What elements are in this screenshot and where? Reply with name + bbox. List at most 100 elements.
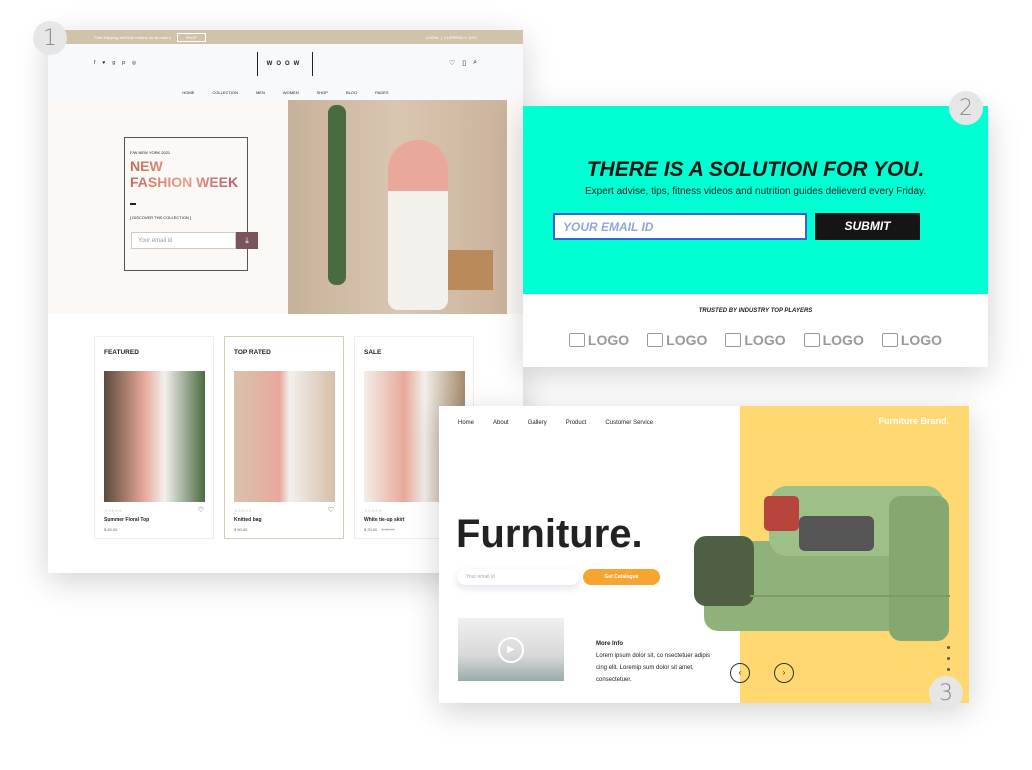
nav-product[interactable]: Product	[566, 420, 587, 426]
search-icon[interactable]: ⌕	[473, 59, 477, 67]
product-price: $ 50.00	[234, 527, 247, 532]
promo-text: Free shipping and free returns on all or…	[94, 34, 171, 40]
heart-icon[interactable]: ♡	[198, 506, 204, 514]
get-catalogue-button[interactable]: Get Catalogue	[583, 569, 660, 585]
discover-link[interactable]: [ DISCOVER THE COLLECTION ]	[130, 215, 191, 220]
email-input[interactable]: Your email id	[131, 232, 236, 249]
submit-button[interactable]: SUBMIT	[815, 213, 920, 240]
furniture-template: Home About Gallery Product Customer Serv…	[439, 406, 969, 703]
instagram-icon[interactable]: ◎	[132, 60, 136, 66]
nav-men[interactable]: MEN	[256, 90, 265, 95]
slider-dot[interactable]	[947, 668, 950, 671]
header: f ♥ g p ◎ WOOW ♡ ▯ ⌕	[48, 44, 523, 84]
logo-text: LOGO	[822, 332, 864, 348]
badge-3: 3	[929, 676, 963, 710]
nav-pages[interactable]: PAGES	[375, 90, 389, 95]
nav-home[interactable]: HOME	[182, 90, 194, 95]
logo-text: LOGO	[744, 332, 786, 348]
card-heading: SALE	[364, 349, 382, 356]
promo-button[interactable]: SHOP	[176, 32, 207, 42]
prev-arrow-icon[interactable]: ‹	[730, 663, 750, 683]
heart-icon[interactable]: ♡	[449, 59, 455, 67]
rating-stars: ☆☆☆☆☆	[234, 508, 252, 513]
top-bar: Free shipping and free returns on all or…	[48, 30, 523, 44]
product-image	[234, 371, 335, 502]
more-info: More Info Lorem ipsum dolor sit, co nsect…	[596, 638, 716, 686]
hero-kicker: F/W NEW YORK 2021	[130, 150, 171, 155]
partner-logo: LOGO	[647, 332, 707, 348]
rating-stars: ☆☆☆☆☆	[364, 508, 382, 513]
newsletter-subtitle: Expert advise, tips, fitness videos and …	[584, 186, 927, 197]
download-icon[interactable]: ⤓	[236, 232, 258, 249]
product-card[interactable]: FEATURED ☆☆☆☆☆ ♡ Summer Floral Top $ 65.…	[94, 336, 214, 539]
twitter-icon[interactable]: ♥	[102, 60, 105, 66]
currency-select[interactable]: CURRENCY: USD	[444, 35, 477, 40]
card-heading: FEATURED	[104, 349, 139, 356]
logo[interactable]: WOOW	[257, 52, 313, 76]
pinterest-icon[interactable]: p	[122, 60, 125, 66]
partner-logos: LOGO LOGO LOGO LOGO LOGO	[523, 332, 988, 348]
cactus-image	[328, 105, 346, 285]
main-nav: HOME COLLECTION MEN WOMEN SHOP BLOG PAGE…	[48, 84, 523, 100]
nav-about[interactable]: About	[493, 420, 509, 426]
hero-title-line1: NEW	[130, 158, 163, 174]
next-arrow-icon[interactable]: ›	[774, 663, 794, 683]
image-icon	[568, 333, 585, 347]
hero-title: NEW FASHION WEEK	[130, 158, 238, 190]
image-icon	[725, 333, 742, 347]
product-image	[104, 371, 205, 502]
product-name[interactable]: White tie-up skirt	[364, 517, 405, 523]
nav-blog[interactable]: BLOG	[346, 90, 357, 95]
newsletter-title: THERE IS A SOLUTION FOR YOU.	[586, 158, 925, 181]
logo-text: LOGO	[666, 332, 708, 348]
product-price: $ 20.00 $ 35.00	[364, 527, 395, 532]
more-info-text: Lorem ipsum dolor sit, co nsectetuer adi…	[596, 653, 711, 683]
login-link[interactable]: LOGIN	[426, 35, 438, 40]
image-icon	[647, 333, 664, 347]
nav-collection[interactable]: COLLECTION	[212, 90, 238, 95]
google-plus-icon[interactable]: g	[112, 60, 115, 66]
heart-icon[interactable]: ♡	[328, 506, 334, 514]
price: $ 50.00	[234, 527, 248, 532]
nav-gallery[interactable]: Gallery	[528, 420, 547, 426]
hero: F/W NEW YORK 2021 NEW FASHION WEEK [ DISC…	[48, 100, 523, 314]
furniture-title: Furniture.	[456, 512, 643, 556]
cart-icon[interactable]: ▯	[462, 59, 466, 67]
sofa-image	[694, 486, 950, 641]
partner-logo: LOGO	[568, 332, 630, 348]
product-card[interactable]: TOP RATED ☆☆☆☆☆ ♡ Knitted bag $ 50.00	[224, 336, 344, 539]
logo-text: LOGO	[900, 332, 943, 348]
trusted-label: TRUSTED BY INDUSTRY TOP PLAYERS	[698, 308, 813, 314]
hero-image	[288, 100, 507, 314]
image-icon	[881, 333, 898, 347]
model-image	[388, 140, 448, 310]
old-price: $ 35.00	[381, 527, 395, 532]
divider	[130, 203, 136, 205]
badge-1: 1	[33, 21, 67, 55]
nav-women[interactable]: WOMEN	[283, 90, 299, 95]
hero-title-line2: FASHION WEEK	[130, 174, 239, 190]
video-thumbnail[interactable]: ▶	[458, 618, 564, 681]
partner-logo: LOGO	[803, 332, 864, 348]
facebook-icon[interactable]: f	[94, 60, 95, 66]
brand-name[interactable]: Furniture Brand.	[878, 416, 949, 426]
image-icon	[803, 333, 820, 347]
slider-dot[interactable]	[947, 657, 950, 660]
logo-text: LOGO	[587, 332, 630, 348]
product-name[interactable]: Summer Floral Top	[104, 517, 149, 523]
play-icon[interactable]: ▶	[498, 637, 524, 663]
nav-shop[interactable]: SHOP	[317, 90, 328, 95]
nav-home[interactable]: Home	[458, 420, 474, 426]
slider-dots	[947, 646, 950, 671]
rating-stars: ☆☆☆☆☆	[104, 508, 122, 513]
price: $ 20.00	[364, 527, 378, 532]
nav-customer-service[interactable]: Customer Service	[605, 420, 653, 426]
email-input[interactable]: YOUR EMAIL ID	[553, 213, 807, 240]
price: $ 65.00	[104, 527, 118, 532]
furniture-nav: Home About Gallery Product Customer Serv…	[458, 420, 653, 426]
slider-dot[interactable]	[947, 646, 950, 649]
newsletter-banner: THERE IS A SOLUTION FOR YOU. Expert advi…	[523, 106, 988, 294]
email-input[interactable]: Your email id	[457, 569, 579, 585]
product-name[interactable]: Knitted bag	[234, 517, 262, 523]
card-heading: TOP RATED	[234, 349, 271, 356]
